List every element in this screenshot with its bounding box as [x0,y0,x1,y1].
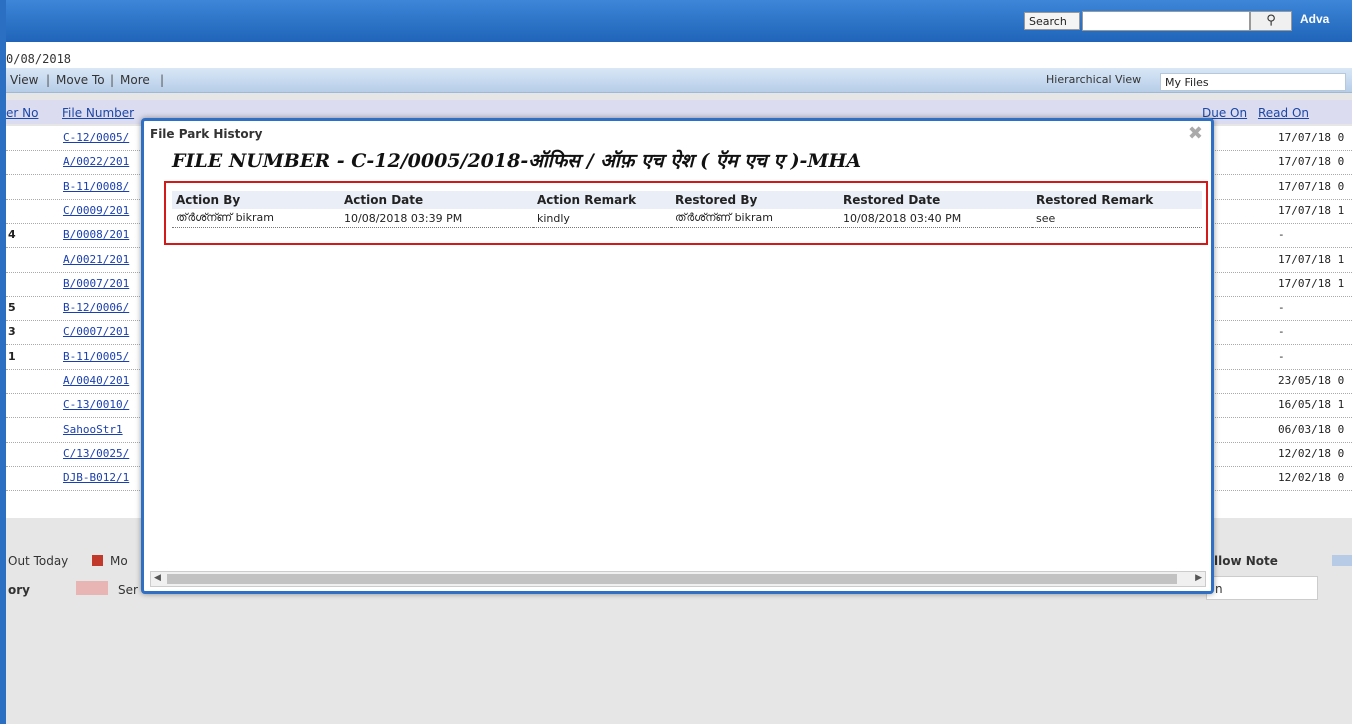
legend-blue-swatch [1332,555,1352,566]
cell-restored-date: 10/08/2018 03:40 PM [839,209,1032,228]
row-read-on: 17/07/18 1 [1278,252,1345,266]
row-file-number-link[interactable]: A/0021/201 [63,253,129,266]
row-file-number-link[interactable]: C-12/0005/ [63,131,129,144]
legend-out-today: Out Today [8,554,69,568]
row-file-number-link[interactable]: B/0007/201 [63,277,129,290]
row-file-number-link[interactable]: B-11/0008/ [63,180,129,193]
row-file-number-link[interactable]: B-11/0005/ [63,350,129,363]
search-button[interactable]: ⚲ [1250,11,1292,31]
history-row: ത്ർശ്ന്ണ് bikram 10/08/2018 03:39 PM kin… [172,209,1202,228]
history-table-highlight: Action By Action Date Action Remark Rest… [164,181,1208,245]
col-restored-by: Restored By [671,191,839,209]
column-read-on[interactable]: Read On [1258,106,1309,120]
advanced-search-link[interactable]: Adva [1300,12,1329,26]
row-file-number-link[interactable]: SahooStr1 [63,423,123,436]
cell-action-by: ത്ർശ്ന്ണ് bikram [172,209,340,228]
row-file-number-link[interactable]: B/0008/201 [63,228,129,241]
legend-ser: Ser [118,583,138,597]
scroll-right-icon[interactable]: ▶ [1195,573,1202,583]
toolbar-separator: | [160,73,165,87]
row-sr-no: 3 [8,325,16,339]
row-read-on: 17/07/18 0 [1278,155,1345,169]
legend-box: n [1206,576,1318,600]
row-read-on: 12/02/18 0 [1278,471,1345,485]
row-file-number-link[interactable]: B-12/0006/ [63,301,129,314]
row-read-on: 17/07/18 1 [1278,203,1345,217]
row-file-number-link[interactable]: A/0040/201 [63,374,129,387]
toolbar-more[interactable]: More [120,73,150,87]
row-file-number-link[interactable]: A/0022/201 [63,155,129,168]
column-file-number[interactable]: File Number [62,106,134,120]
hierarchical-view-label[interactable]: Hierarchical View [1046,73,1141,86]
row-sr-no: 5 [8,301,16,315]
current-date: 0/08/2018 [6,52,72,66]
col-action-date: Action Date [340,191,533,209]
legend-n: n [1215,582,1223,596]
row-read-on: - [1278,349,1285,363]
row-read-on: 16/05/18 1 [1278,398,1345,412]
action-toolbar: View | Move To | More | Hierarchical Vie… [6,68,1352,93]
top-header-bar: Search ⚲ Adva [6,0,1352,42]
row-file-number-link[interactable]: DJB-B012/1 [63,471,129,484]
col-action-by: Action By [172,191,340,209]
toolbar-separator: | [46,73,51,87]
row-read-on: 23/05/18 0 [1278,374,1345,387]
cell-action-date: 10/08/2018 03:39 PM [340,209,533,228]
row-file-number-link[interactable]: C/0007/201 [63,325,129,338]
row-read-on: 06/03/18 0 [1278,422,1345,436]
row-read-on: - [1278,228,1285,242]
row-read-on: 17/07/18 1 [1278,276,1345,290]
horizontal-scrollbar[interactable]: ◀ ▶ [150,571,1206,587]
cell-restored-remark: see [1032,209,1202,228]
row-read-on: - [1278,325,1285,339]
toolbar-separator: | [110,73,115,87]
my-files-select[interactable]: My Files [1160,73,1346,91]
column-sr-no[interactable]: er No [6,106,38,120]
col-restored-date: Restored Date [839,191,1032,209]
legend-red-swatch [92,555,103,566]
scrollbar-thumb[interactable] [167,574,1177,584]
row-sr-no: 4 [8,228,16,242]
row-read-on: 17/07/18 0 [1278,131,1345,144]
row-file-number-link[interactable]: C/0009/201 [63,204,129,217]
date-bar: 0/08/2018 [6,42,1352,68]
cell-action-remark: kindly [533,209,671,228]
history-header-row: Action By Action Date Action Remark Rest… [172,191,1202,209]
toolbar-move-to[interactable]: Move To [56,73,105,87]
col-restored-remark: Restored Remark [1032,191,1202,209]
scroll-left-icon[interactable]: ◀ [154,573,161,583]
file-number-heading: FILE NUMBER - C-12/0005/2018-ऑफिस / ऑफ़ … [172,150,862,172]
cell-restored-by: ത്ർശ്ന്ണ് bikram [671,209,839,228]
history-table: Action By Action Date Action Remark Rest… [172,191,1202,228]
col-action-remark: Action Remark [533,191,671,209]
row-file-number-link[interactable]: C-13/0010/ [63,398,129,411]
file-park-history-dialog: File Park History ✖ FILE NUMBER - C-12/0… [141,118,1214,594]
row-file-number-link[interactable]: C/13/0025/ [63,447,129,460]
search-label: Search [1024,12,1080,30]
close-icon[interactable]: ✖ [1188,123,1203,144]
row-read-on: - [1278,301,1285,315]
dialog-title: File Park History [150,127,263,141]
legend-yellow-note: llow Note [1214,554,1278,568]
legend-pink-swatch [76,581,108,595]
legend-mo: Mo [110,554,128,568]
row-read-on: 17/07/18 0 [1278,179,1345,193]
search-input[interactable] [1082,11,1250,31]
toolbar-view[interactable]: View [10,73,38,87]
row-read-on: 12/02/18 0 [1278,446,1345,460]
empty-lower-area [6,606,1352,724]
legend-history: ory [8,583,30,597]
search-icon: ⚲ [1266,13,1276,28]
row-sr-no: 1 [8,349,16,363]
